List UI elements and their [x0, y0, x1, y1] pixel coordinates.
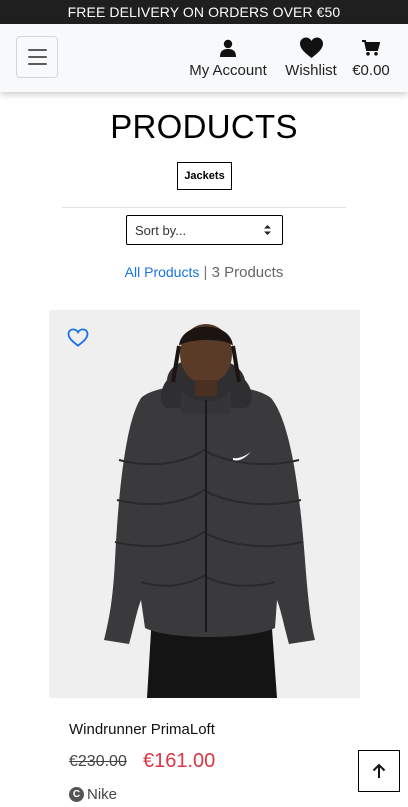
- all-products-link[interactable]: All Products: [125, 264, 200, 280]
- product-name[interactable]: Windrunner PrimaLoft: [69, 721, 215, 738]
- product-brand: C Nike: [69, 786, 117, 803]
- heart-icon: [281, 36, 341, 60]
- sale-price: €161.00: [143, 750, 216, 772]
- user-icon: [186, 36, 270, 60]
- summary-separator: |: [203, 264, 208, 281]
- wishlist-heart-outline-icon[interactable]: [67, 328, 89, 352]
- category-badge-jackets[interactable]: Jackets: [177, 162, 232, 190]
- menu-toggle-button[interactable]: [16, 36, 58, 78]
- divider: [62, 207, 346, 208]
- cart-total: €0.00: [352, 62, 390, 79]
- brand-name: Nike: [87, 786, 118, 803]
- wishlist-link[interactable]: Wishlist: [281, 36, 341, 79]
- sort-caret-icon: [264, 225, 271, 235]
- cart-link[interactable]: €0.00: [349, 36, 393, 79]
- promo-banner: FREE DELIVERY ON ORDERS OVER €50: [0, 0, 408, 24]
- product-count: 3 Products: [211, 264, 284, 281]
- back-to-top-button[interactable]: [358, 750, 400, 792]
- product-summary: All Products | 3 Products: [0, 264, 408, 281]
- hamburger-icon: [27, 49, 47, 51]
- arrow-up-icon: [372, 763, 386, 778]
- wishlist-label: Wishlist: [285, 62, 337, 79]
- cart-icon: [349, 36, 393, 60]
- brand-badge-icon: C: [69, 787, 84, 802]
- navbar: My Account Wishlist €0.00: [0, 24, 408, 92]
- page-title: PRODUCTS: [110, 108, 298, 145]
- sort-select[interactable]: Sort by...: [126, 215, 283, 245]
- original-price: €230.00: [69, 753, 127, 770]
- my-account-link[interactable]: My Account: [186, 36, 270, 79]
- sort-select-value: Sort by...: [135, 222, 187, 238]
- product-image[interactable]: [49, 310, 360, 698]
- product-photo-illustration: [49, 310, 360, 698]
- my-account-label: My Account: [189, 62, 267, 79]
